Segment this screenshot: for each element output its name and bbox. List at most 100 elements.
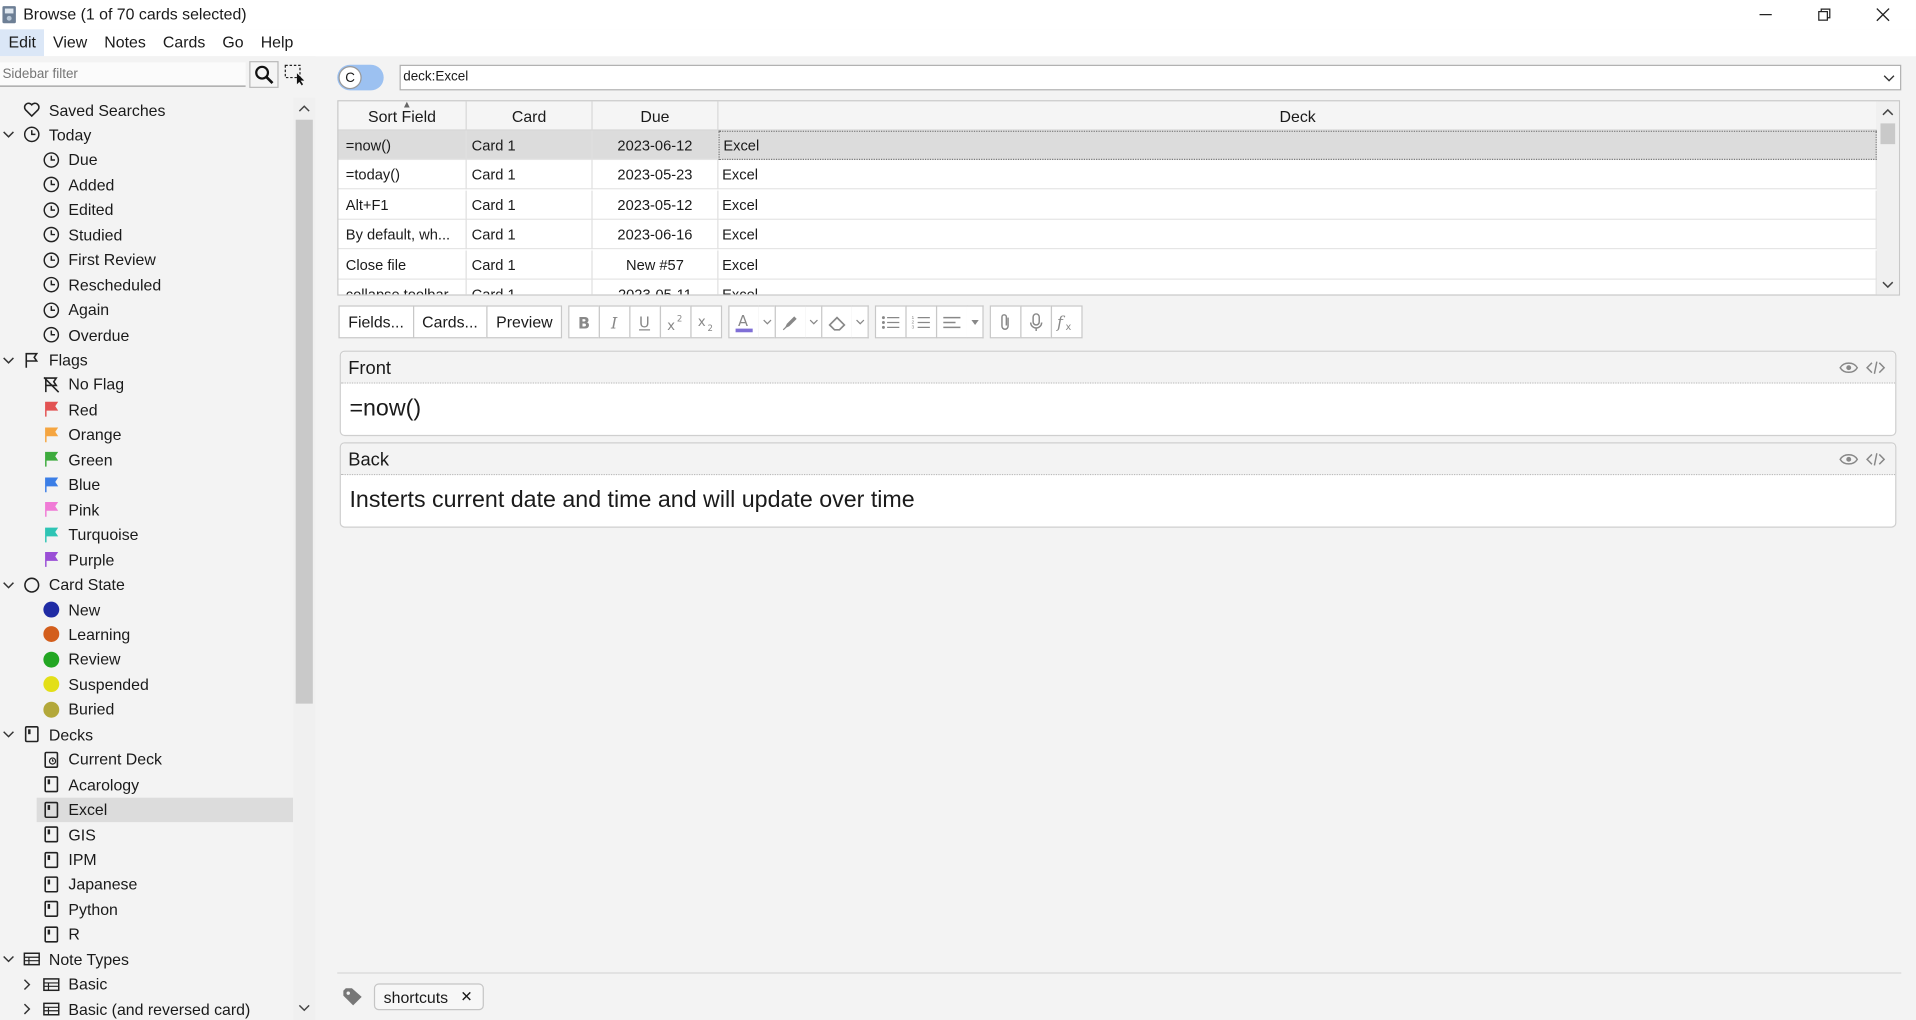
sidebar-item-studied[interactable]: Studied — [0, 223, 293, 247]
scroll-down-icon[interactable] — [1882, 279, 1894, 291]
sidebar-item-ipm[interactable]: IPM — [0, 847, 293, 871]
sidebar-search-button[interactable] — [249, 61, 279, 88]
subscript-button[interactable]: x2 — [690, 305, 723, 339]
select-tool-icon[interactable] — [283, 64, 305, 86]
field-front-editor[interactable]: =now() — [341, 384, 1895, 435]
clear-format-dropdown[interactable] — [852, 305, 870, 339]
sidebar-item-excel[interactable]: Excel — [36, 797, 294, 822]
menu-go[interactable]: Go — [214, 29, 252, 56]
sidebar-item-gis[interactable]: GIS — [0, 822, 293, 846]
table-row[interactable]: =today() Card 1 2023-05-23 Excel — [338, 160, 1879, 190]
sidebar-item-current-deck[interactable]: Current Deck — [0, 747, 293, 771]
bullet-list-button[interactable] — [875, 305, 907, 339]
sidebar-item-r[interactable]: R — [0, 922, 293, 946]
scroll-down-icon[interactable] — [298, 1002, 310, 1014]
menu-notes[interactable]: Notes — [96, 29, 155, 56]
chevron-down-icon[interactable] — [1, 727, 16, 742]
column-due[interactable]: Due — [593, 101, 719, 131]
code-icon[interactable] — [1866, 358, 1886, 378]
sidebar-item-new[interactable]: New — [0, 597, 293, 621]
sidebar-item-basic[interactable]: Basic — [0, 972, 293, 996]
tag-chip[interactable]: shortcuts ✕ — [373, 983, 484, 1011]
sidebar-item-buried[interactable]: Buried — [0, 697, 293, 721]
sidebar-item-edited[interactable]: Edited — [0, 198, 293, 222]
sidebar-item-suspended[interactable]: Suspended — [0, 672, 293, 696]
sidebar-item-orange[interactable]: Orange — [0, 422, 293, 446]
fields-button[interactable]: Fields... — [338, 305, 414, 339]
bold-button[interactable]: B — [568, 305, 601, 339]
sidebar-item-basic-and-reversed-card[interactable]: Basic (and reversed card) — [0, 997, 293, 1020]
chevron-down-icon[interactable] — [1, 352, 16, 367]
eye-icon[interactable] — [1839, 358, 1859, 378]
menu-help[interactable]: Help — [252, 29, 302, 56]
column-card[interactable]: Card — [467, 101, 593, 131]
sidebar-item-again[interactable]: Again — [0, 298, 293, 322]
sidebar-item-green[interactable]: Green — [0, 447, 293, 471]
sidebar-item-acarology[interactable]: Acarology — [0, 772, 293, 796]
preview-button[interactable]: Preview — [486, 305, 563, 339]
chevron-down-icon[interactable] — [1, 952, 16, 967]
column-deck[interactable]: Deck — [718, 101, 1879, 131]
sidebar-scroll-thumb[interactable] — [295, 119, 313, 704]
scroll-up-icon[interactable] — [298, 103, 310, 115]
minimize-button[interactable] — [1738, 0, 1794, 29]
sidebar-item-added[interactable]: Added — [0, 173, 293, 197]
highlight-dropdown[interactable] — [805, 305, 823, 339]
sidebar-filter-input[interactable] — [0, 62, 246, 87]
table-row[interactable]: Alt+F1 Card 1 2023-05-12 Excel — [338, 190, 1879, 220]
attach-button[interactable] — [990, 305, 1022, 339]
sidebar-item-overdue[interactable]: Overdue — [0, 323, 293, 347]
column-sort-field[interactable]: ▲ Sort Field — [338, 101, 467, 131]
align-button[interactable] — [936, 305, 969, 339]
sidebar-item-turquoise[interactable]: Turquoise — [0, 522, 293, 546]
menu-cards[interactable]: Cards — [154, 29, 213, 56]
sidebar-item-decks[interactable]: Decks — [0, 722, 293, 746]
sidebar-item-card-state[interactable]: Card State — [0, 572, 293, 596]
sidebar-item-red[interactable]: Red — [0, 397, 293, 421]
eye-icon[interactable] — [1839, 450, 1859, 470]
remove-tag-icon[interactable]: ✕ — [460, 988, 472, 1009]
chevron-down-icon[interactable] — [1, 577, 16, 592]
record-audio-button[interactable] — [1020, 305, 1053, 339]
mode-toggle[interactable]: C — [337, 64, 384, 91]
math-button[interactable]: fx — [1051, 305, 1083, 339]
table-scroll-thumb[interactable] — [1880, 123, 1896, 145]
sidebar-item-blue[interactable]: Blue — [0, 472, 293, 496]
sidebar-item-flags[interactable]: Flags — [0, 348, 293, 372]
table-row[interactable]: collapse toolbar Card 1 2023-05-11 Excel — [338, 279, 1878, 295]
sidebar-item-today[interactable]: Today — [0, 123, 293, 147]
sidebar-item-python[interactable]: Python — [0, 897, 293, 921]
highlight-button[interactable] — [775, 305, 807, 339]
table-scrollbar[interactable] — [1876, 101, 1899, 295]
code-icon[interactable] — [1866, 450, 1886, 470]
menu-edit[interactable]: Edit — [0, 29, 45, 57]
sidebar-item-review[interactable]: Review — [0, 647, 293, 671]
table-row[interactable]: Close file Card 1 New #57 Excel — [338, 249, 1879, 280]
sidebar-item-japanese[interactable]: Japanese — [0, 872, 293, 896]
italic-button[interactable]: I — [599, 305, 631, 339]
superscript-button[interactable]: x2 — [660, 305, 692, 339]
sidebar-item-learning[interactable]: Learning — [0, 622, 293, 646]
sidebar-item-rescheduled[interactable]: Rescheduled — [0, 273, 293, 297]
sidebar-item-due[interactable]: Due — [0, 148, 293, 172]
sidebar-item-purple[interactable]: Purple — [0, 547, 293, 571]
sidebar-item-saved-searches[interactable]: Saved Searches — [0, 98, 293, 122]
chevron-right-icon[interactable] — [20, 977, 35, 992]
numbered-list-button[interactable]: 123 — [905, 305, 938, 339]
text-color-button[interactable]: A — [728, 305, 761, 339]
sidebar-scrollbar[interactable] — [293, 97, 316, 1020]
chevron-right-icon[interactable] — [20, 1002, 35, 1017]
sidebar-item-no-flag[interactable]: No Flag — [0, 373, 293, 397]
underline-button[interactable]: U — [629, 305, 662, 339]
cards-button[interactable]: Cards... — [412, 305, 488, 339]
tag-icon[interactable] — [342, 987, 366, 1007]
chevron-down-icon[interactable] — [1, 128, 16, 143]
clear-format-button[interactable] — [821, 305, 854, 339]
close-button[interactable] — [1855, 0, 1911, 29]
menu-view[interactable]: View — [44, 29, 95, 56]
table-row[interactable]: By default, wh... Card 1 2023-06-16 Excel — [338, 220, 1879, 250]
restore-button[interactable] — [1796, 0, 1852, 29]
sidebar-item-note-types[interactable]: Note Types — [0, 947, 293, 971]
sidebar-item-first-review[interactable]: First Review — [0, 248, 293, 272]
table-row[interactable]: =now() Card 1 2023-06-12 Excel — [338, 130, 1879, 161]
